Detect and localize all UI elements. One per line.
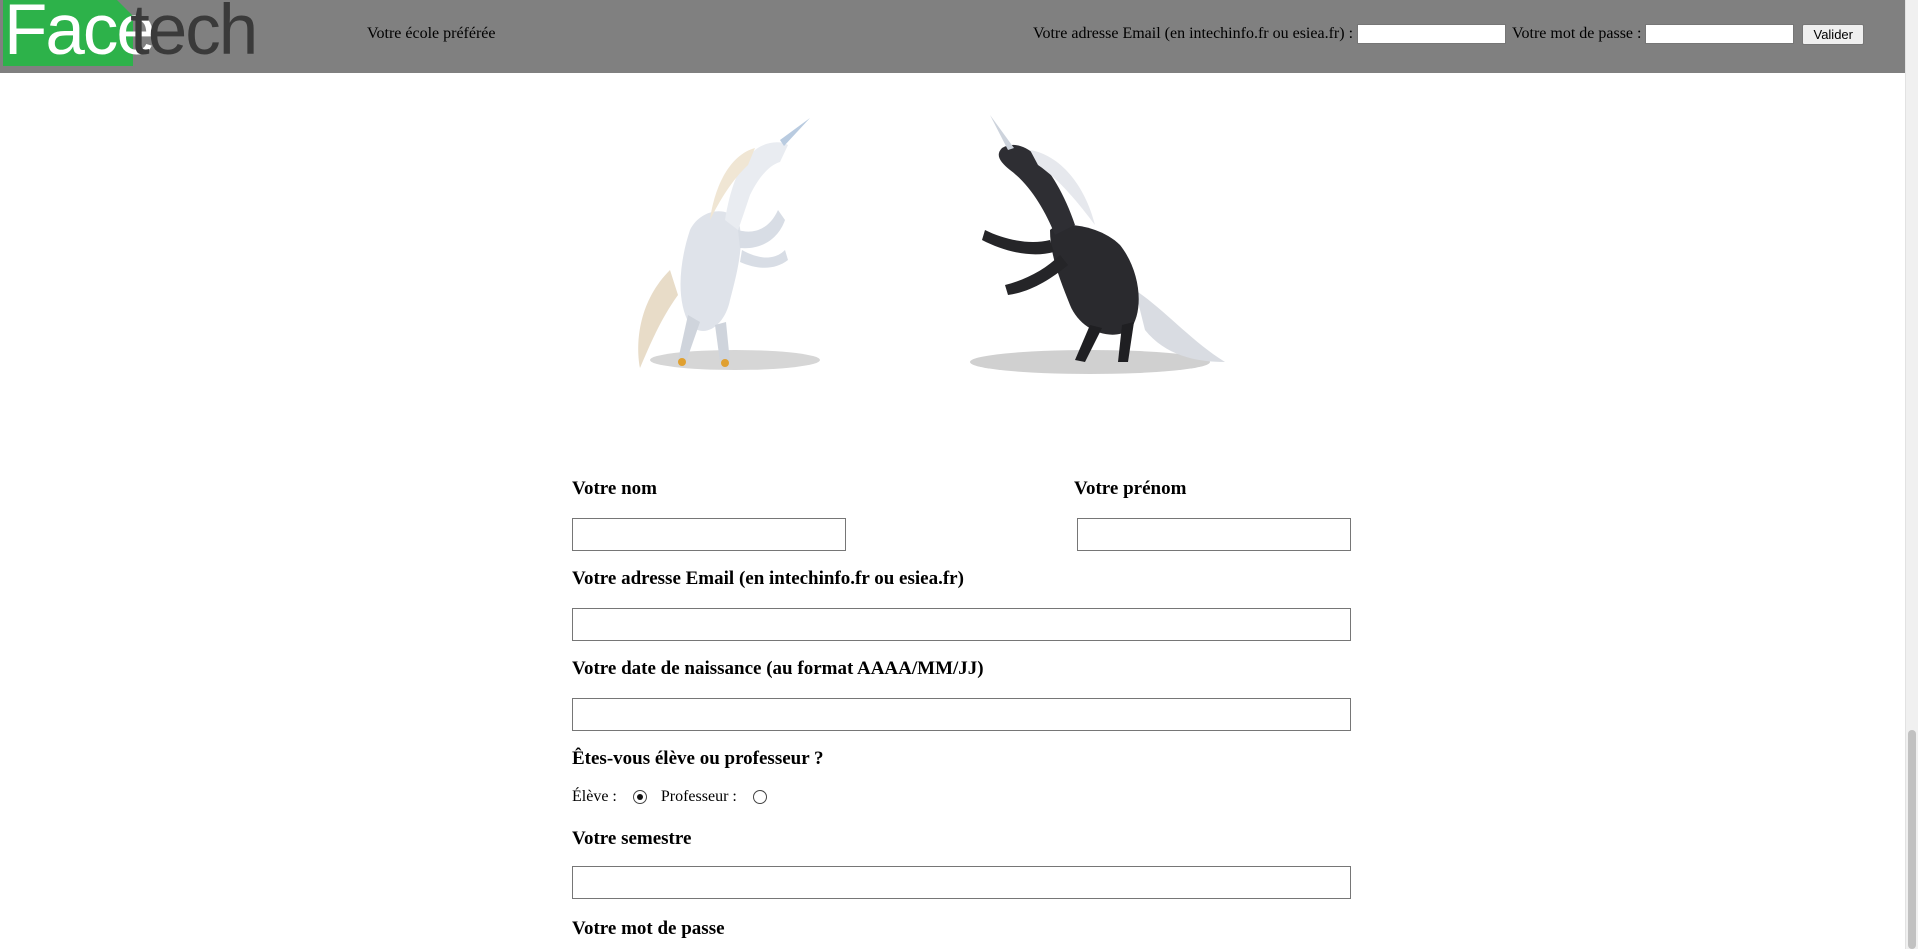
login-password-label: Votre mot de passe : [1512, 25, 1642, 42]
first-name-input[interactable] [1077, 518, 1351, 551]
birthdate-input[interactable] [572, 698, 1351, 731]
black-unicorn-image [970, 115, 1225, 374]
logo-text-tech: tech [130, 0, 258, 70]
login-submit-button[interactable]: Valider [1802, 23, 1864, 45]
login-form: Votre adresse Email (en intechinfo.fr ou… [1033, 22, 1864, 46]
role-radio-group: Élève : Professeur : [572, 788, 781, 806]
role-student-radio[interactable] [632, 790, 647, 804]
tagline: Votre école préférée [367, 25, 496, 42]
login-email-input[interactable] [1357, 24, 1507, 44]
role-student-label: Élève : [572, 788, 617, 805]
first-name-label: Votre prénom [1074, 478, 1187, 499]
email-input[interactable] [572, 608, 1351, 641]
page-scrollbar[interactable] [1905, 0, 1918, 949]
scrollbar-thumb[interactable] [1908, 730, 1916, 949]
login-email-label: Votre adresse Email (en intechinfo.fr ou… [1032, 25, 1354, 42]
password-label: Votre mot de passe [572, 918, 725, 939]
semester-label: Votre semestre [572, 828, 692, 849]
role-teacher-label: Professeur : [660, 788, 737, 805]
top-bar: Face tech Votre école préférée Votre adr… [0, 0, 1906, 73]
hero-images [620, 110, 1240, 390]
birthdate-label: Votre date de naissance (au format AAAA/… [572, 658, 984, 679]
last-name-input[interactable] [572, 518, 846, 551]
email-label: Votre adresse Email (en intechinfo.fr ou… [572, 568, 964, 589]
white-unicorn-image [638, 118, 820, 370]
facetech-logo[interactable]: Face tech [0, 0, 270, 70]
last-name-label: Votre nom [572, 478, 657, 499]
semester-input[interactable] [572, 866, 1351, 899]
role-teacher-radio[interactable] [752, 790, 767, 804]
role-question: Êtes-vous élève ou professeur ? [572, 748, 824, 769]
login-password-input[interactable] [1645, 24, 1795, 44]
